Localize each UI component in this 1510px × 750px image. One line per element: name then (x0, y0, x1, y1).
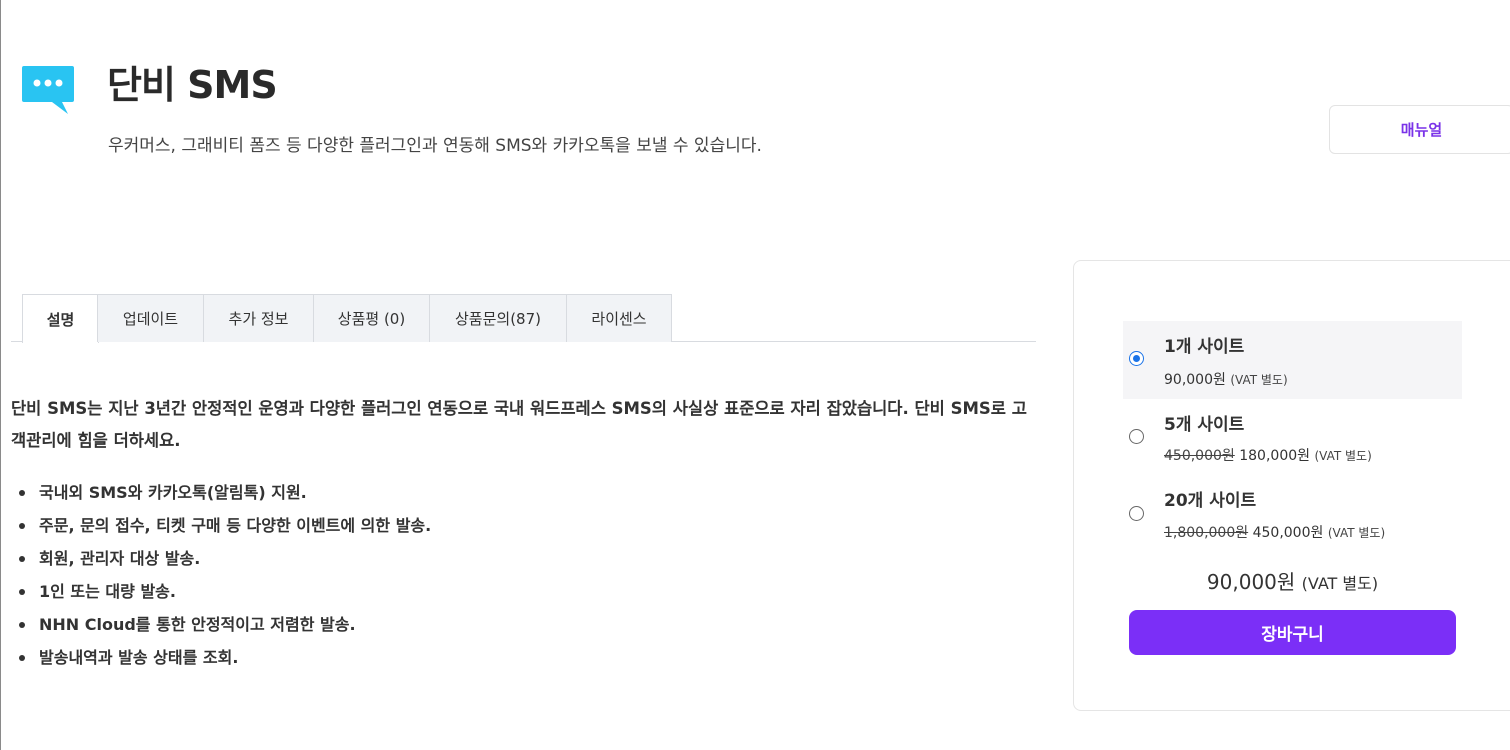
tab-description[interactable]: 설명 (22, 294, 99, 343)
option-name: 5개 사이트 (1164, 415, 1245, 435)
tab-reviews[interactable]: 상품평 (0) (313, 294, 430, 342)
radio-button[interactable] (1129, 351, 1144, 366)
pricing-option-20-sites[interactable]: 20개 사이트 1,800,000원 450,000원 (VAT 별도) (1123, 476, 1462, 554)
feature-item: 발송내역과 발송 상태를 조회. (11, 641, 431, 674)
feature-list: 국내외 SMS와 카카오톡(알림톡) 지원. 주문, 문의 접수, 티켓 구매 … (11, 476, 431, 674)
tab-updates[interactable]: 업데이트 (97, 294, 204, 342)
feature-item: 국내외 SMS와 카카오톡(알림톡) 지원. (11, 476, 431, 509)
option-name: 1개 사이트 (1164, 337, 1245, 357)
tab-inquiries[interactable]: 상품문의(87) (429, 294, 567, 342)
option-price: 1,800,000원 450,000원 (VAT 별도) (1164, 522, 1385, 542)
feature-item: 주문, 문의 접수, 티켓 구매 등 다양한 이벤트에 의한 발송. (11, 509, 431, 542)
product-intro: 단비 SMS는 지난 3년간 안정적인 운영과 다양한 플러그인 연동으로 국내… (11, 399, 1027, 450)
price-value: 450,000원 (1252, 525, 1324, 541)
radio-button[interactable] (1129, 506, 1144, 521)
original-price: 450,000원 (1164, 448, 1235, 464)
total-vat-note: (VAT 별도) (1301, 574, 1379, 593)
manual-button[interactable]: 매뉴얼 (1329, 105, 1510, 154)
original-price: 1,800,000원 (1164, 525, 1249, 541)
price-value: 180,000원 (1239, 448, 1311, 464)
total-price: 90,000원 (VAT 별도) (1129, 566, 1456, 595)
pricing-option-5-sites[interactable]: 5개 사이트 450,000원 180,000원 (VAT 별도) (1123, 399, 1462, 477)
chat-bubble-icon (20, 62, 76, 118)
radio-button[interactable] (1129, 429, 1144, 444)
feature-item: NHN Cloud를 통한 안정적이고 저렴한 발송. (11, 608, 431, 641)
option-price: 90,000원 (VAT 별도) (1164, 369, 1288, 389)
tab-license[interactable]: 라이센스 (566, 294, 672, 342)
feature-item: 1인 또는 대량 발송. (11, 575, 431, 608)
pricing-option-1-site[interactable]: 1개 사이트 90,000원 (VAT 별도) (1123, 321, 1462, 399)
add-to-cart-button[interactable]: 장바구니 (1129, 610, 1456, 655)
product-tabs: 설명 업데이트 추가 정보 상품평 (0) 상품문의(87) 라이센스 (11, 294, 1036, 343)
option-price: 450,000원 180,000원 (VAT 별도) (1164, 445, 1372, 465)
vat-note: (VAT 별도) (1230, 373, 1288, 387)
vat-note: (VAT 별도) (1314, 449, 1372, 463)
total-price-value: 90,000원 (1206, 570, 1296, 594)
vat-note: (VAT 별도) (1327, 526, 1386, 540)
feature-item: 회원, 관리자 대상 발송. (11, 542, 431, 575)
tab-additional-info[interactable]: 추가 정보 (203, 294, 314, 342)
price-value: 90,000원 (1164, 372, 1226, 388)
option-name: 20개 사이트 (1164, 491, 1257, 511)
window-edge (0, 0, 1, 750)
product-description: 우커머스, 그래비티 폼즈 등 다양한 플러그인과 연동해 SMS와 카카오톡을… (108, 136, 762, 156)
page-title: 단비 SMS (107, 63, 278, 107)
